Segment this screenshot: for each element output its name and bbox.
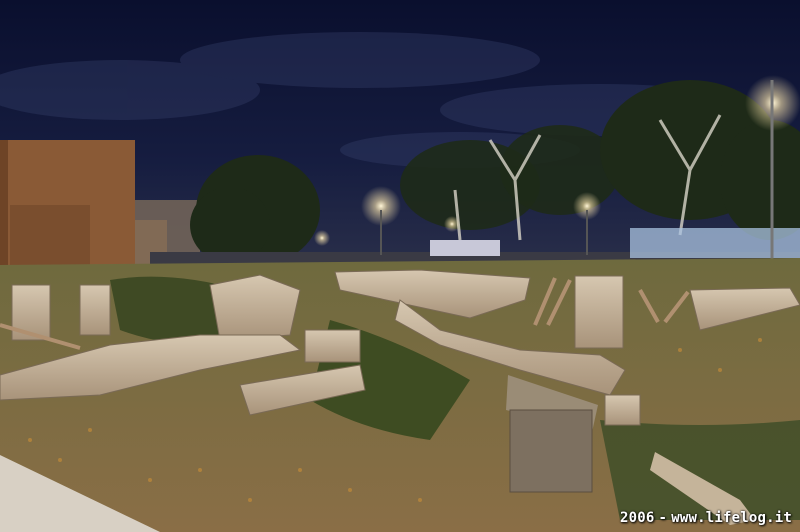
photo-credit: 2006- www.lifelog.it	[620, 510, 792, 526]
bus	[430, 240, 500, 256]
night-ruins-photo	[0, 0, 800, 532]
fence	[630, 228, 800, 258]
site-watermark: www.lifelog.it	[671, 510, 792, 526]
photo-year: 2006	[620, 510, 655, 526]
credit-separator: -	[658, 510, 668, 526]
